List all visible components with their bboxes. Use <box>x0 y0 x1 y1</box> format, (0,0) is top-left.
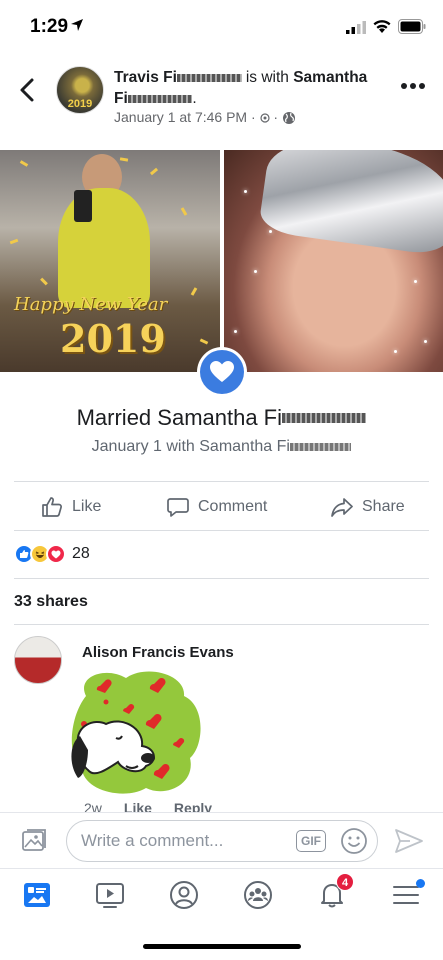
comment-label: Comment <box>198 498 268 515</box>
comment-input[interactable] <box>66 820 378 862</box>
comment-bubble-icon <box>167 498 189 517</box>
author-avatar[interactable]: 2019 <box>56 66 104 114</box>
gif-button[interactable]: GIF <box>296 830 326 852</box>
life-event-heart-badge <box>197 347 247 397</box>
avatar-year-overlay: 2019 <box>67 98 93 110</box>
redacted-text: eldgrove <box>282 405 367 430</box>
happy-new-year-text: Happy New Year <box>14 294 168 315</box>
profile-icon[interactable] <box>168 879 200 911</box>
status-time: 1:29 <box>30 16 69 37</box>
location-arrow-icon <box>71 19 83 31</box>
home-indicator <box>143 944 301 949</box>
redacted-text: eldgrove <box>127 90 193 107</box>
author-name[interactable]: Travis Fieldgrove <box>114 69 242 86</box>
more-options-icon[interactable] <box>400 80 426 92</box>
reaction-count: 28 <box>72 545 90 562</box>
life-event-subtitle: January 1 with Samantha Fieldgrove <box>0 438 443 456</box>
watch-icon[interactable] <box>94 879 126 911</box>
emoji-icon[interactable] <box>340 827 368 855</box>
post-actions: Like Comment Share <box>0 484 443 530</box>
post-meta: January 1 at 7:46 PM · · <box>114 109 296 125</box>
foil-hat <box>257 150 443 257</box>
notification-badge: 4 <box>336 873 354 891</box>
life-event-icon <box>259 113 270 123</box>
wifi-icon <box>373 20 391 33</box>
heart-icon <box>210 361 234 382</box>
reactions-summary[interactable]: 28 <box>14 543 90 565</box>
divider <box>14 624 429 625</box>
send-icon[interactable] <box>394 827 424 855</box>
battery-icon <box>398 19 426 34</box>
life-event-title: Married Samantha Fieldgrove <box>0 405 443 431</box>
share-label: Share <box>362 498 405 515</box>
signal-icon <box>346 21 366 34</box>
bottom-tab-bar: 4 <box>0 868 443 920</box>
shares-count[interactable]: 33 shares <box>14 593 88 611</box>
post-date[interactable]: January 1 at 7:46 PM <box>114 109 247 125</box>
phone-in-hand <box>74 190 92 222</box>
comment-button[interactable]: Comment <box>166 484 267 530</box>
post-photos: Happy New Year 2019 <box>0 150 443 372</box>
share-arrow-icon <box>331 498 353 517</box>
redacted-text: eldgrove <box>289 438 352 455</box>
post-header-title: Travis Fieldgrove is with Samantha Field… <box>114 69 368 107</box>
thumbs-up-icon <box>42 497 62 517</box>
year-2019-text: 2019 <box>60 316 166 361</box>
with-text: is with <box>245 69 289 86</box>
like-button[interactable]: Like <box>40 484 101 530</box>
divider <box>14 481 429 482</box>
news-feed-icon[interactable] <box>21 879 53 911</box>
back-arrow-icon[interactable] <box>16 76 40 104</box>
love-reaction-icon <box>46 544 66 564</box>
photo-attach-icon[interactable] <box>20 827 48 855</box>
globe-icon <box>282 112 295 125</box>
commenter-name[interactable]: Alison Francis Evans <box>82 644 234 661</box>
photo-portrait[interactable] <box>224 150 443 372</box>
comment-compose-bar: GIF <box>0 812 443 868</box>
divider <box>14 530 429 531</box>
photo-new-year[interactable]: Happy New Year 2019 <box>0 150 220 372</box>
menu-notification-dot <box>416 879 425 888</box>
share-button[interactable]: Share <box>330 484 405 530</box>
snoopy-hearts-sticker <box>71 671 201 794</box>
commenter-avatar[interactable] <box>14 636 62 684</box>
like-label: Like <box>72 498 102 515</box>
groups-icon[interactable] <box>242 879 274 911</box>
redacted-text: eldgrove <box>176 69 242 86</box>
person-shirt <box>58 188 150 308</box>
divider <box>14 578 429 579</box>
status-bar: 1:29 <box>0 0 443 52</box>
